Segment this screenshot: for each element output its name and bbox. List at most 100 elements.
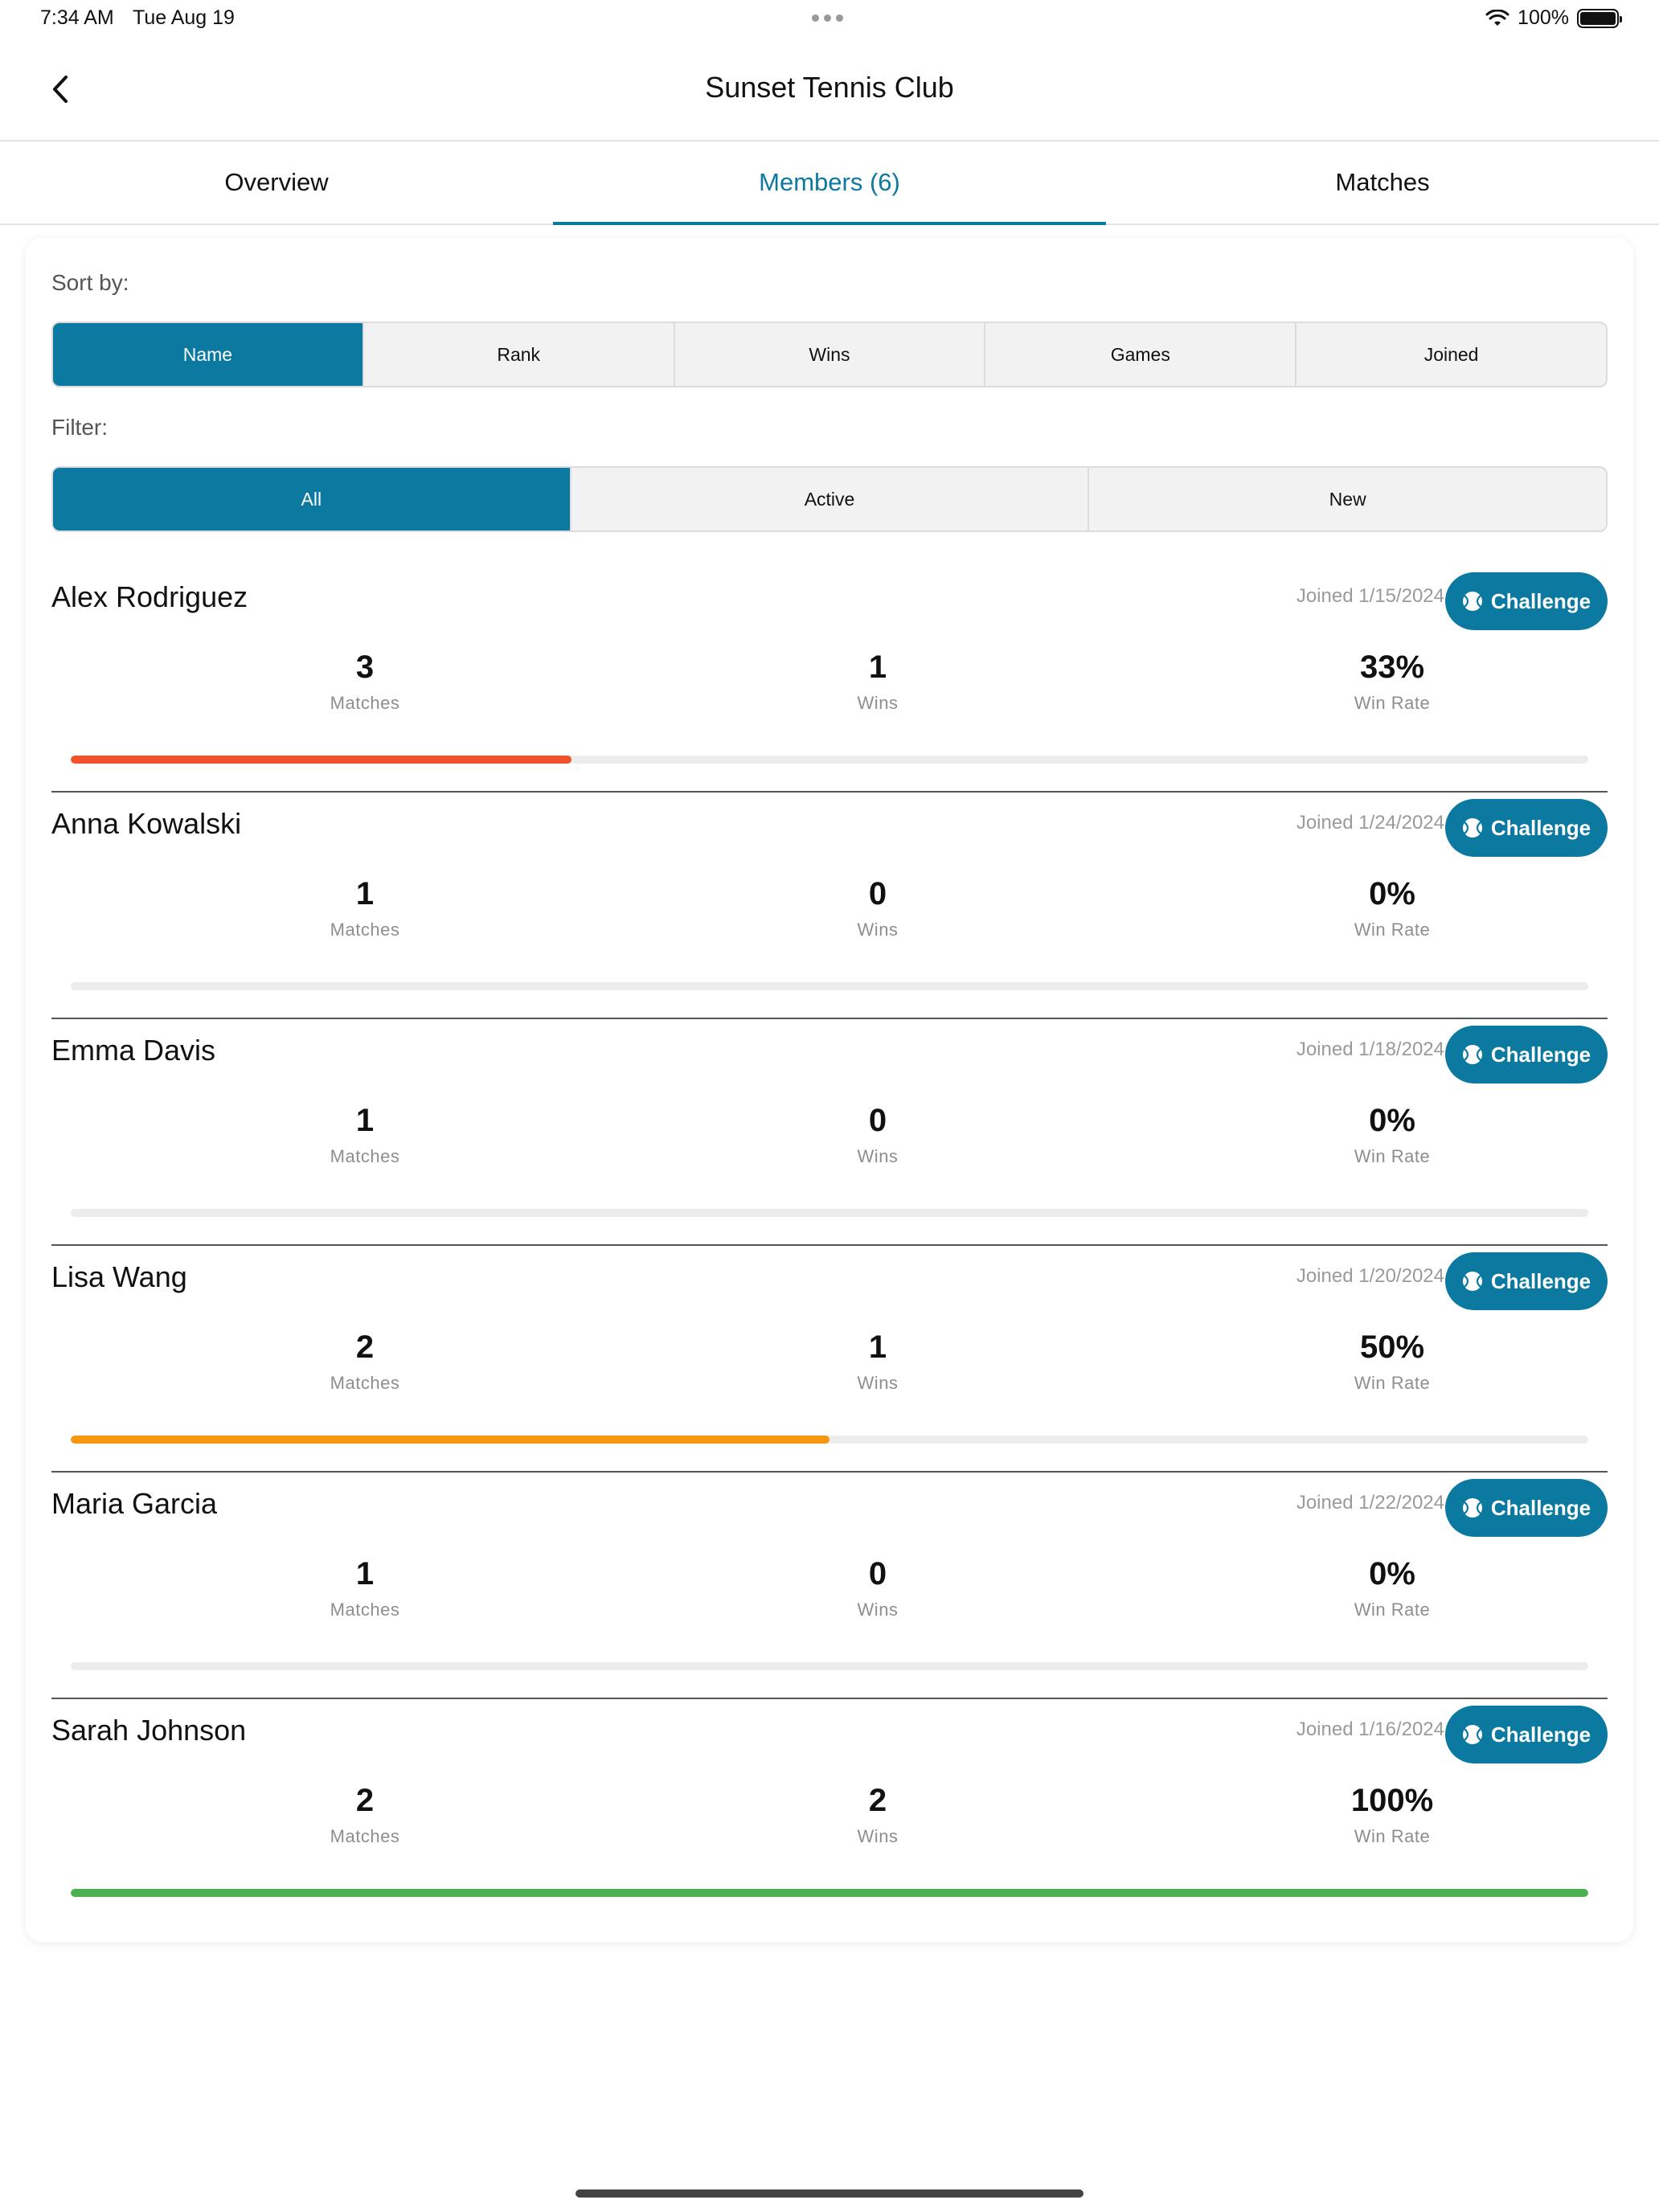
challenge-button[interactable]: Challenge [1445,572,1608,630]
filter-option-new[interactable]: New [1089,468,1606,530]
stat-win-rate: 100% Win Rate [1231,1781,1553,1847]
sort-option-games[interactable]: Games [985,323,1297,386]
win-rate-progress-bar [71,1209,1588,1217]
stat-matches: 3 Matches [204,648,526,714]
wins-value: 0 [868,876,887,911]
stat-matches: 1 Matches [204,1555,526,1620]
challenge-label: Challenge [1490,1495,1591,1520]
matches-value: 3 [355,649,375,685]
sort-label: Sort by: [51,270,129,295]
win-rate-label: Win Rate [1354,1146,1431,1166]
filter-option-active[interactable]: Active [571,468,1090,530]
win-rate-value: 0% [1369,876,1415,911]
member-row[interactable]: Lisa Wang Joined 1/20/2024 Challenge 2 M… [51,1246,1608,1473]
tennis-ball-icon [1462,1045,1482,1064]
stat-wins: 1 Wins [717,648,1038,714]
matches-value: 2 [355,1329,375,1365]
filter-segmented-control: All Active New [51,466,1608,532]
challenge-button[interactable]: Challenge [1445,1252,1608,1310]
member-name: Lisa Wang [51,1260,187,1293]
tab-matches[interactable]: Matches [1106,141,1659,223]
sort-option-wins[interactable]: Wins [675,323,986,386]
member-row[interactable]: Anna Kowalski Joined 1/24/2024 Challenge… [51,793,1608,1019]
challenge-label: Challenge [1490,1268,1591,1293]
sort-option-name[interactable]: Name [53,323,364,386]
member-row[interactable]: Maria Garcia Joined 1/22/2024 Challenge … [51,1473,1608,1699]
wins-label: Wins [857,693,899,713]
win-rate-label: Win Rate [1354,920,1431,940]
challenge-button[interactable]: Challenge [1445,799,1608,857]
tab-overview[interactable]: Overview [0,141,553,223]
member-stats: 1 Matches 0 Wins 0% Win Rate [51,875,1608,947]
win-rate-value: 0% [1369,1103,1415,1138]
sort-option-joined[interactable]: Joined [1296,323,1606,386]
multitasking-dots-icon[interactable] [812,14,843,22]
wins-value: 0 [868,1103,887,1138]
wins-label: Wins [857,920,899,940]
status-time: 7:34 AM [40,6,114,29]
stat-wins: 0 Wins [717,1101,1038,1167]
members-card: Sort by: Name Rank Wins Games Joined Fil… [26,238,1633,1942]
status-bar: 7:34 AM Tue Aug 19 100% [0,0,1659,42]
win-rate-progress-bar [71,756,1588,764]
member-stats: 1 Matches 0 Wins 0% Win Rate [51,1101,1608,1174]
challenge-label: Challenge [1490,588,1591,613]
stat-win-rate: 0% Win Rate [1231,1101,1553,1167]
win-rate-value: 0% [1369,1556,1415,1591]
member-list: Alex Rodriguez Joined 1/15/2024 Challeng… [51,566,1608,1926]
stat-wins: 1 Wins [717,1328,1038,1394]
member-stats: 2 Matches 1 Wins 50% Win Rate [51,1328,1608,1400]
win-rate-progress-fill [71,756,572,764]
stat-win-rate: 0% Win Rate [1231,875,1553,940]
win-rate-progress-bar [71,982,1588,990]
challenge-button[interactable]: Challenge [1445,1479,1608,1537]
wins-value: 1 [868,649,887,685]
matches-value: 2 [355,1783,375,1818]
matches-value: 1 [355,1556,375,1591]
wifi-icon [1485,9,1509,26]
joined-date: Joined 1/22/2024 [1296,1492,1444,1514]
matches-label: Matches [330,693,400,713]
member-row[interactable]: Alex Rodriguez Joined 1/15/2024 Challeng… [51,566,1608,793]
challenge-label: Challenge [1490,1042,1591,1067]
win-rate-progress-bar [71,1436,1588,1444]
wins-label: Wins [857,1826,899,1846]
status-date: Tue Aug 19 [133,6,235,29]
stat-matches: 1 Matches [204,875,526,940]
home-indicator[interactable] [576,2189,1083,2198]
stat-win-rate: 50% Win Rate [1231,1328,1553,1394]
stat-wins: 0 Wins [717,875,1038,940]
matches-value: 1 [355,1103,375,1138]
tennis-ball-icon [1462,592,1482,611]
member-name: Alex Rodriguez [51,580,248,613]
member-row[interactable]: Sarah Johnson Joined 1/16/2024 Challenge… [51,1699,1608,1926]
matches-value: 1 [355,876,375,911]
battery-percent: 100% [1518,6,1569,29]
tennis-ball-icon [1462,1725,1482,1744]
win-rate-progress-bar [71,1662,1588,1670]
member-row[interactable]: Emma Davis Joined 1/18/2024 Challenge 1 … [51,1019,1608,1246]
member-name: Emma Davis [51,1034,216,1067]
matches-label: Matches [330,920,400,940]
page-title: Sunset Tennis Club [705,71,954,104]
wins-label: Wins [857,1373,899,1393]
wins-label: Wins [857,1600,899,1620]
challenge-button[interactable]: Challenge [1445,1026,1608,1083]
win-rate-label: Win Rate [1354,1373,1431,1393]
joined-date: Joined 1/24/2024 [1296,812,1444,834]
joined-date: Joined 1/15/2024 [1296,585,1444,607]
filter-option-all[interactable]: All [53,468,571,530]
battery-icon [1577,8,1622,28]
challenge-label: Challenge [1490,1722,1591,1747]
matches-label: Matches [330,1826,400,1846]
challenge-button[interactable]: Challenge [1445,1706,1608,1763]
joined-date: Joined 1/18/2024 [1296,1038,1444,1060]
matches-label: Matches [330,1373,400,1393]
win-rate-label: Win Rate [1354,693,1431,713]
member-stats: 1 Matches 0 Wins 0% Win Rate [51,1555,1608,1627]
win-rate-value: 50% [1359,1329,1425,1365]
win-rate-progress-fill [71,1436,830,1444]
member-stats: 2 Matches 2 Wins 100% Win Rate [51,1781,1608,1854]
sort-option-rank[interactable]: Rank [364,323,675,386]
tab-members[interactable]: Members (6) [553,141,1106,225]
